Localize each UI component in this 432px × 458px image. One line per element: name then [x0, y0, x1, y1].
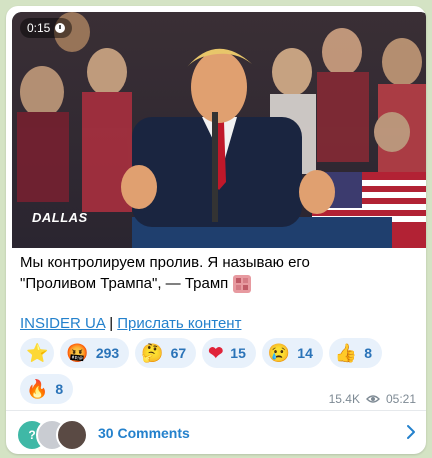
message-line-1: Мы контролируем пролив. Я называю его	[20, 254, 310, 271]
reaction-star[interactable]: ⭐	[20, 338, 55, 368]
channel-links: INSIDER UA | Прислать контент	[20, 314, 241, 334]
avatar	[56, 418, 88, 451]
star-icon: ⭐	[26, 343, 49, 363]
reaction-heart[interactable]: ❤ 15	[202, 338, 256, 368]
video-player[interactable]: 0:15 DALLAS	[12, 12, 426, 248]
comments-button[interactable]: ? 30 Comments	[6, 411, 426, 454]
comments-label: 30 Comments	[98, 424, 190, 441]
reaction-count: 14	[297, 345, 313, 361]
reaction-count: 67	[170, 345, 187, 361]
reaction-thinking[interactable]: 🤔 67	[135, 338, 197, 368]
eye-icon	[365, 395, 380, 403]
angry-face-icon: 🤬	[66, 343, 89, 363]
reaction-fire[interactable]: 🔥 8	[20, 374, 74, 404]
thumbs-up-icon: 👍	[334, 343, 358, 363]
thinking-face-icon: 🤔	[141, 343, 164, 363]
message-line-2: "Проливом Трампа", — Трамп	[20, 275, 229, 292]
message-text: Мы контролируем пролив. Я называю его "П…	[20, 252, 420, 294]
reaction-count: 15	[230, 345, 246, 361]
link-separator: |	[105, 315, 118, 332]
reaction-count: 293	[95, 345, 120, 361]
reaction-thumbs-up[interactable]: 👍 8	[328, 338, 383, 368]
message-time: 05:21	[385, 392, 416, 406]
reaction-angry[interactable]: 🤬 293	[60, 338, 130, 368]
reaction-crying[interactable]: 😢 14	[261, 338, 323, 368]
view-count: 15.4K	[328, 392, 360, 406]
reaction-count: 8	[364, 345, 373, 361]
message-bubble: 0:15 DALLAS Мы контролируем пролив. Я на…	[6, 6, 426, 454]
chevron-right-icon	[407, 425, 415, 439]
commenter-avatars: ?	[16, 417, 96, 451]
pile-of-poo-icon	[233, 274, 252, 293]
crying-face-icon: 😢	[267, 343, 291, 363]
send-content-link[interactable]: Прислать контент	[117, 315, 241, 332]
heart-icon: ❤	[208, 343, 224, 363]
message-meta: 15.4K 05:21	[329, 392, 416, 406]
video-watermark: DALLAS	[32, 210, 88, 225]
muted-icon[interactable]	[55, 23, 66, 33]
video-duration: 0:15	[27, 21, 51, 35]
fire-icon: 🔥	[26, 379, 49, 399]
reaction-count: 8	[55, 381, 64, 397]
video-duration-badge: 0:15	[20, 18, 73, 38]
insider-ua-link[interactable]: INSIDER UA	[20, 315, 105, 332]
